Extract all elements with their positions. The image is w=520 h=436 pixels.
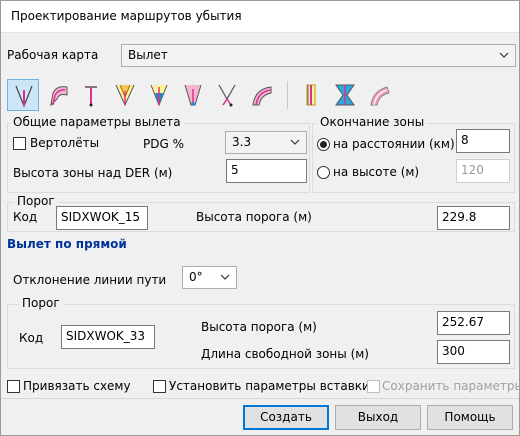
chevron-down-icon (290, 139, 300, 145)
threshold-height-value: 229.8 (442, 210, 477, 224)
threshold-code-input[interactable]: SIDXWOK_15 (56, 206, 148, 230)
bind-scheme-label: Привязать схему (23, 379, 131, 393)
arrival-straight-icon (306, 84, 316, 106)
departure-point-icon (85, 86, 97, 107)
work-map-value: Вылет (128, 48, 168, 62)
route-design-dialog: Проектирование маршрутов убытия Рабочая … (0, 0, 520, 436)
straight-threshold-height-value: 252.67 (442, 315, 484, 329)
save-params-label: Сохранить параметры (382, 379, 520, 393)
tool-arrival-straight[interactable] (295, 79, 327, 111)
zone-end-distance-value: 8 (461, 133, 469, 147)
free-zone-length-input[interactable]: 300 (437, 340, 510, 364)
departure-split-icon (218, 84, 236, 107)
track-deviation-select[interactable]: 0° (182, 266, 237, 289)
straight-code-label: Код (19, 331, 44, 345)
create-button[interactable]: Создать (243, 405, 329, 430)
tool-departure-fan-blue[interactable] (143, 79, 175, 111)
zone-end-height-value: 120 (461, 163, 484, 177)
zone-end-height-radio[interactable] (317, 166, 330, 179)
general-params-title: Общие параметры вылета (10, 115, 184, 129)
tool-departure-point[interactable] (75, 79, 107, 111)
tool-arrival-turn[interactable] (363, 79, 395, 111)
pdg-label: PDG % (143, 137, 184, 151)
arrival-turn-icon (370, 86, 390, 106)
help-button[interactable]: Помощь (427, 405, 513, 430)
straight-threshold-title: Порог (19, 296, 63, 310)
departure-fan-blue-icon (150, 84, 168, 107)
helicopters-checkbox[interactable] (13, 137, 26, 150)
threshold-height-input[interactable]: 229.8 (437, 206, 510, 230)
chevron-down-icon (499, 52, 509, 58)
exit-button[interactable]: Выход (335, 405, 421, 430)
bind-scheme-checkbox[interactable] (7, 380, 20, 393)
threshold-code-label: Код (13, 210, 38, 224)
free-zone-length-value: 300 (442, 344, 465, 358)
departure-corridor-icon (184, 84, 202, 106)
straight-departure-heading: Вылет по прямой (7, 237, 127, 251)
work-map-select[interactable]: Вылет (121, 44, 516, 67)
track-deviation-value: 0° (189, 270, 203, 284)
tool-departure-corridor[interactable] (177, 79, 209, 111)
zone-height-value: 5 (231, 163, 239, 177)
zone-end-distance-input[interactable]: 8 (456, 129, 510, 153)
title-bar: Проектирование маршрутов убытия (1, 1, 519, 33)
departure-curve-icon (252, 86, 272, 106)
tool-departure-fan[interactable] (109, 79, 141, 111)
straight-threshold-height-input[interactable]: 252.67 (437, 311, 510, 335)
helicopters-label: Вертолёты (30, 136, 100, 150)
free-zone-length-label: Длина свободной зоны (м) (201, 347, 369, 361)
tool-departure-split[interactable] (211, 79, 243, 111)
pdg-select[interactable]: 3.3 (225, 131, 307, 154)
set-insert-params-checkbox[interactable] (153, 380, 166, 393)
pdg-value: 3.3 (232, 135, 252, 149)
threshold-code-value: SIDXWOK_15 (61, 210, 141, 224)
footer-divider (1, 398, 519, 399)
tool-departure-straight[interactable] (7, 79, 39, 111)
straight-threshold-height-label: Высота порога (м) (201, 320, 317, 334)
straight-code-input[interactable]: SIDXWOK_33 (61, 325, 155, 349)
tool-departure-curve[interactable] (245, 79, 277, 111)
tool-arrival-funnel[interactable] (329, 79, 361, 111)
set-insert-params-label: Установить параметры вставки (169, 379, 370, 393)
toolbar-separator (287, 81, 288, 109)
straight-code-value: SIDXWOK_33 (66, 329, 146, 343)
zone-height-input[interactable]: 5 (226, 159, 307, 183)
save-params-checkbox[interactable] (367, 380, 380, 393)
track-deviation-label: Отклонение линии пути (13, 273, 167, 287)
zone-end-title: Окончание зоны (317, 115, 428, 129)
work-map-label: Рабочая карта (7, 48, 99, 62)
arrival-funnel-icon (335, 84, 355, 106)
zone-end-height-input[interactable]: 120 (456, 159, 510, 183)
threshold-height-label: Высота порога (м) (196, 210, 312, 224)
chevron-down-icon (220, 274, 230, 280)
tool-departure-turn[interactable] (41, 79, 73, 111)
zone-height-label: Высота зоны над DER (м) (13, 166, 173, 180)
zone-end-distance-radio[interactable] (317, 138, 330, 151)
zone-end-height-label: на высоте (м) (333, 165, 420, 179)
threshold-title: Порог (14, 194, 58, 208)
zone-end-distance-label: на расстоянии (км) (333, 137, 455, 151)
departure-fan-icon (115, 84, 135, 107)
departure-straight-icon (15, 85, 33, 108)
window-title: Проектирование маршрутов убытия (11, 9, 242, 23)
departure-turn-icon (50, 86, 68, 107)
